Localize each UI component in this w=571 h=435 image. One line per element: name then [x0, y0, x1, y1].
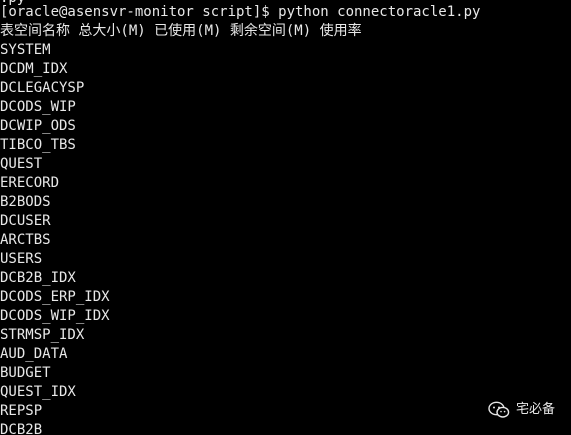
output-line: QUEST_IDX [0, 384, 76, 400]
output-line: DCODS_ERP_IDX [0, 289, 110, 305]
output-line: B2BODS [0, 194, 51, 210]
output-line: ARCTBS [0, 232, 51, 248]
wechat-icon [488, 401, 510, 418]
output-line: AUD_DATA [0, 346, 68, 362]
terminal-output: [oracle@asensvr-monitor script]$ python … [0, 3, 480, 435]
terminal-window[interactable]: .py [oracle@asensvr-monitor script]$ pyt… [0, 0, 571, 435]
output-line: QUEST [0, 156, 43, 172]
output-line: DCB2B_IDX [0, 270, 76, 286]
output-line: ERECORD [0, 175, 60, 191]
output-line: DCB2B [0, 422, 43, 435]
output-line: DCDM_IDX [0, 61, 68, 77]
output-line: BUDGET [0, 365, 51, 381]
output-line: SYSTEM [0, 42, 51, 58]
watermark-text: 宅必备 [515, 402, 555, 417]
output-line: STRMSP_IDX [0, 327, 85, 343]
output-line: USERS [0, 251, 43, 267]
output-line: DCODS_WIP [0, 99, 76, 115]
watermark: 宅必备 [488, 400, 555, 419]
output-line: DCUSER [0, 213, 51, 229]
output-line: TIBCO_TBS [0, 137, 76, 153]
command-prompt: [oracle@asensvr-monitor script]$ python … [0, 4, 481, 20]
column-header: 表空间名称 总大小(M) 已使用(M) 剩余空间(M) 使用率 [0, 23, 362, 39]
output-line: DCLEGACYSP [0, 80, 85, 96]
output-line: DCWIP_ODS [0, 118, 76, 134]
output-line: DCODS_WIP_IDX [0, 308, 110, 324]
output-line: REPSP [0, 403, 43, 419]
